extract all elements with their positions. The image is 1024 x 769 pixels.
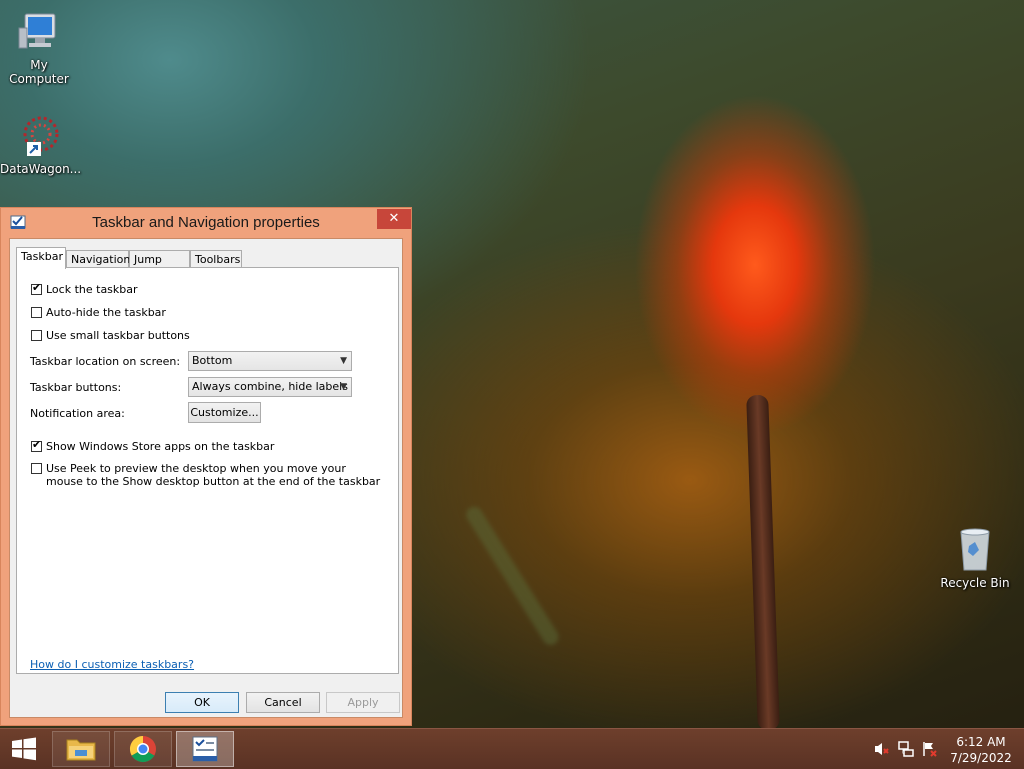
lock-taskbar-label: Lock the taskbar [46,283,138,296]
auto-hide-label: Auto-hide the taskbar [46,306,166,319]
tab-jump-lists[interactable]: Jump Lists [129,250,190,283]
auto-hide-checkbox[interactable] [31,307,42,318]
desktop-icon-datawagon[interactable]: DataWagon... [0,112,82,176]
small-buttons-option[interactable]: Use small taskbar buttons [31,329,190,342]
small-buttons-checkbox[interactable] [31,330,42,341]
recycle-bin-icon [951,526,999,574]
lock-taskbar-checkbox[interactable]: ✔ [31,281,42,295]
desktop-icon-my-computer[interactable]: My Computer [0,8,78,86]
customize-button[interactable]: Customize... [188,402,261,423]
computer-icon [15,8,63,56]
taskbar-tab-panel: ✔ Lock the taskbar Auto-hide the taskbar… [16,267,399,674]
cancel-button[interactable]: Cancel [246,692,320,713]
dialog-title: Taskbar and Navigation properties [92,214,320,231]
use-peek-option[interactable]: Use Peek to preview the desktop when you… [31,462,381,488]
store-apps-checkbox[interactable]: ✔ [31,438,42,452]
notification-area-label: Notification area: [30,407,125,420]
datawagon-shortcut-icon [15,112,63,160]
taskbar-buttons-value: Always combine, hide labels [192,380,348,393]
tab-taskbar[interactable]: Taskbar [16,247,66,269]
taskbar-properties-icon [192,736,218,762]
help-link[interactable]: How do I customize taskbars? [30,658,194,671]
checkmark-icon: ✔ [32,438,42,451]
lock-taskbar-option[interactable]: ✔ Lock the taskbar [31,281,138,296]
location-label: Taskbar location on screen: [30,355,181,368]
checkmark-icon: ✔ [32,281,42,294]
network-icon[interactable] [898,741,914,757]
windows-logo-icon [12,737,36,761]
wallpaper-leaf [463,503,562,648]
dialog-client-area: Taskbar Navigation Jump Lists Toolbars ✔… [9,238,403,718]
action-center-flag-icon[interactable] [922,741,938,757]
apply-button[interactable]: Apply [326,692,400,713]
taskbar-buttons-label: Taskbar buttons: [30,381,122,394]
chevron-down-icon: ▼ [340,382,347,392]
close-button[interactable]: ✕ [377,209,411,229]
location-dropdown[interactable]: Bottom ▼ [188,351,352,371]
dialog-title-bar[interactable]: Taskbar and Navigation properties ✕ [1,208,411,236]
auto-hide-option[interactable]: Auto-hide the taskbar [31,306,166,319]
chevron-down-icon: ▼ [340,356,347,366]
desktop-icon-recycle-bin[interactable]: Recycle Bin [936,526,1014,590]
store-apps-option[interactable]: ✔ Show Windows Store apps on the taskbar [31,438,275,453]
close-icon: ✕ [388,211,400,226]
location-value: Bottom [192,354,233,367]
taskbar-properties-window[interactable] [176,731,234,767]
taskbar: 6:12 AM 7/29/2022 [0,728,1024,769]
tab-toolbars[interactable]: Toolbars [190,250,242,268]
desktop-icon-label: DataWagon... [0,162,82,176]
clock-date: 7/29/2022 [950,751,1012,765]
volume-muted-icon[interactable] [874,741,890,757]
taskbar-properties-dialog: Taskbar and Navigation properties ✕ Task… [0,207,412,726]
desktop-icon-label: Recycle Bin [940,576,1010,590]
taskbar-clock[interactable]: 6:12 AM 7/29/2022 [948,734,1014,766]
desktop-icon-label: My Computer [9,58,69,86]
wallpaper-tulip-stem [746,394,780,731]
clock-time: 6:12 AM [956,735,1006,749]
taskbar-buttons-dropdown[interactable]: Always combine, hide labels ▼ [188,377,352,397]
use-peek-label: Use Peek to preview the desktop when you… [46,462,381,488]
taskbar-chrome[interactable] [114,731,172,767]
store-apps-label: Show Windows Store apps on the taskbar [46,440,275,453]
tab-navigation[interactable]: Navigation [66,250,130,268]
use-peek-checkbox[interactable] [31,463,42,474]
small-buttons-label: Use small taskbar buttons [46,329,190,342]
ok-button[interactable]: OK [165,692,239,713]
taskbar-file-explorer[interactable] [52,731,110,767]
chrome-icon [129,735,156,763]
folder-icon [66,739,96,761]
start-button[interactable] [8,737,40,761]
